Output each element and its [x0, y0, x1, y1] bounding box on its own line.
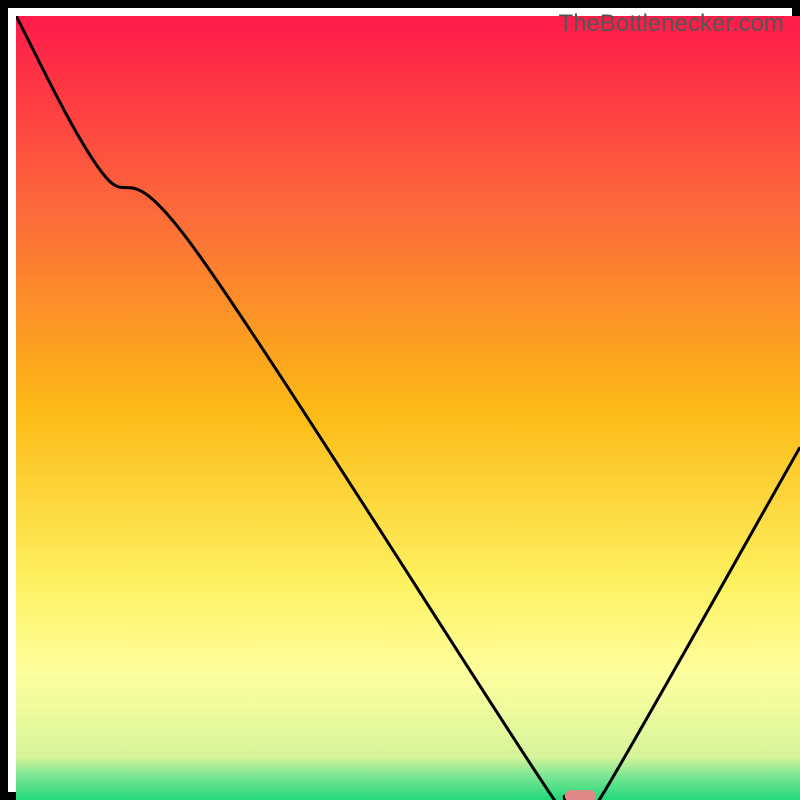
watermark-text: TheBottlenecker.com — [559, 10, 784, 38]
bottleneck-chart — [16, 16, 800, 800]
plot-area — [16, 16, 800, 800]
gradient-background — [16, 16, 800, 800]
optimal-marker — [565, 790, 596, 800]
chart-frame: TheBottlenecker.com — [0, 0, 800, 800]
